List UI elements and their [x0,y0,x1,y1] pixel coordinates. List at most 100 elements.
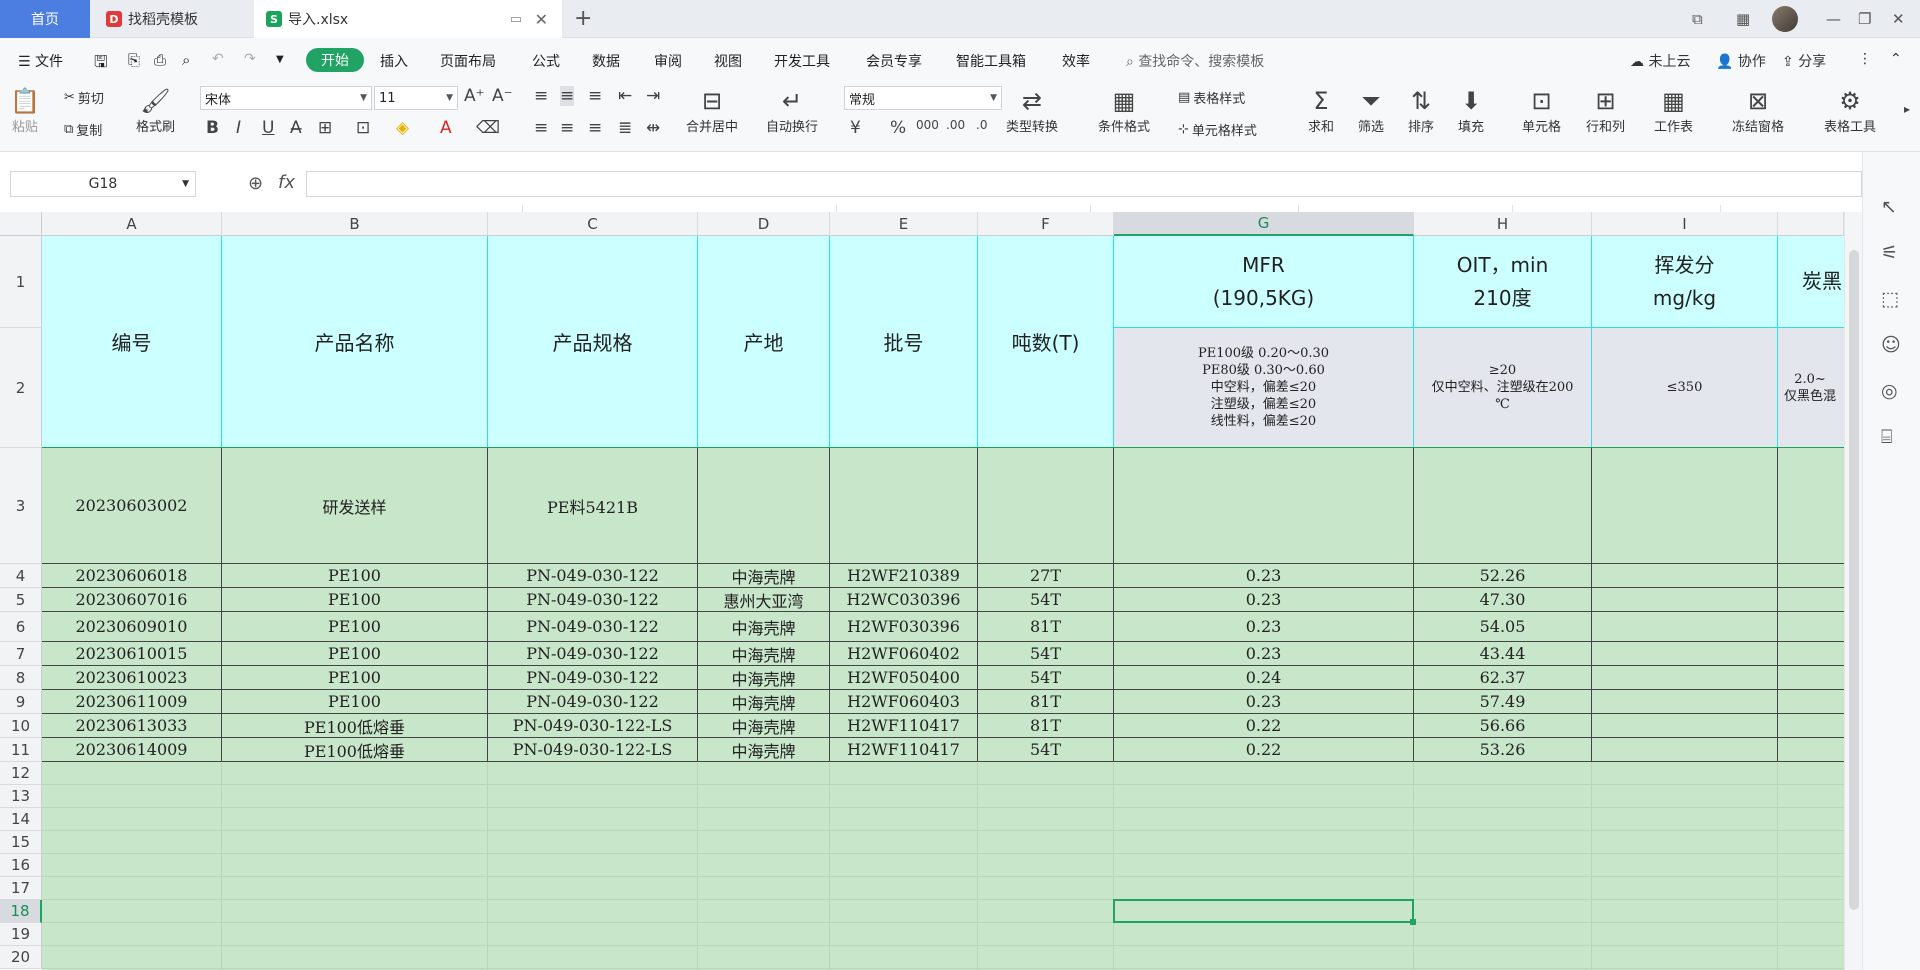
cloud-status[interactable]: ☁ 未上云 [1630,51,1690,71]
spec-mfr-cell[interactable]: PE100级 0.20～0.30 PE80级 0.30～0.60 中空料，偏差≤… [1114,328,1413,447]
active-cell-selection[interactable] [1113,899,1414,923]
data-cell-tons[interactable]: 54T [978,642,1113,665]
collapse-ribbon-icon[interactable]: ⌃ [1890,51,1902,67]
align-top-icon[interactable]: ≡ [534,86,548,106]
data-cell-name[interactable]: PE100 [222,666,487,689]
formula-input[interactable] [306,171,1862,197]
data-cell-spec[interactable]: PN-049-030-122 [488,612,697,641]
data-cell-tons[interactable] [978,448,1113,563]
copy-button[interactable]: ⧉ 复制 [64,120,102,139]
header-volatile-cell[interactable]: 挥发分 mg/kg [1592,236,1777,327]
menu-view[interactable]: 视图 [714,51,742,71]
freeze-pane-button[interactable]: ⊠ 冻结窗格 [1732,86,1784,135]
row-header-7[interactable]: 7 [0,642,42,666]
column-header-b[interactable]: B [222,212,488,236]
new-tab-icon[interactable]: + [574,6,592,31]
share-button[interactable]: ⇪ 分享 [1782,51,1826,71]
sum-button[interactable]: Σ 求和 [1308,86,1334,135]
data-cell-batch[interactable]: H2WF060403 [830,690,977,713]
row-header-19[interactable]: 19 [0,923,42,946]
align-center-icon[interactable]: ≡ [560,118,574,138]
data-cell-batch[interactable]: H2WF050400 [830,666,977,689]
percent-icon[interactable]: % [890,118,906,138]
increase-decimal-icon[interactable]: .00 [946,118,965,132]
data-cell-id[interactable]: 20230611009 [42,690,221,713]
border-icon[interactable]: ⊞ [318,118,332,138]
data-cell-oit[interactable] [1414,448,1591,563]
fx-icon[interactable]: fx [278,172,295,193]
scroll-thumb[interactable] [1849,250,1859,910]
menu-start[interactable]: 开始 [306,48,364,72]
data-cell-oit[interactable]: 43.44 [1414,642,1591,665]
menu-data[interactable]: 数据 [592,51,620,71]
data-cell-tons[interactable]: 27T [978,564,1113,587]
ai-icon[interactable]: ◎ [1881,380,1898,402]
column-header-a[interactable]: A [42,212,222,236]
data-cell-mfr[interactable]: 0.22 [1114,738,1413,761]
data-cell-tons[interactable]: 54T [978,666,1113,689]
menu-developer[interactable]: 开发工具 [774,51,830,71]
menu-formula[interactable]: 公式 [532,51,560,71]
undo-icon[interactable]: ↶ [212,51,224,67]
header-tons-cell[interactable]: 吨数(T) [978,236,1113,447]
row-header-4[interactable]: 4 [0,564,42,588]
bold-icon[interactable]: B [206,118,219,138]
data-cell-origin[interactable]: 中海壳牌 [698,738,829,761]
row-header-1[interactable]: 1 [0,236,42,328]
tab-file[interactable]: S 导入.xlsx ▭ ✕ [254,0,562,38]
align-bottom-icon[interactable]: ≡ [588,86,602,106]
collab-button[interactable]: 👤 协作 [1716,51,1766,71]
header-oit-cell[interactable]: OIT，min 210度 [1414,236,1591,327]
column-header-g[interactable]: G [1114,212,1414,236]
currency-icon[interactable]: ¥ [850,118,861,138]
data-cell-id[interactable]: 20230610023 [42,666,221,689]
data-cell-tons[interactable]: 81T [978,714,1113,737]
data-cell-name[interactable]: PE100 [222,612,487,641]
data-cell-name[interactable]: PE100 [222,588,487,611]
conditional-format-button[interactable]: ▦ 条件格式 [1098,86,1150,135]
table-tools-button[interactable]: ⚙ 表格工具 [1824,86,1876,135]
doc-search-icon[interactable]: ⌸ [1881,426,1892,448]
fill-button[interactable]: ⬇ 填充 [1458,86,1484,135]
row-header-5[interactable]: 5 [0,588,42,612]
row-header-3[interactable]: 3 [0,448,42,564]
preview-icon[interactable]: ⌕ [182,51,190,69]
data-cell-batch[interactable]: H2WF110417 [830,714,977,737]
tab-home[interactable]: 首页 [0,0,90,38]
data-cell-batch[interactable]: H2WF210389 [830,564,977,587]
data-cell-id[interactable]: 20230610015 [42,642,221,665]
data-cell-spec[interactable]: PN-049-030-122 [488,690,697,713]
menu-efficiency[interactable]: 效率 [1062,51,1090,71]
data-cell-oit[interactable]: 57.49 [1414,690,1591,713]
header-name-cell[interactable]: 产品名称 [222,236,487,447]
zoom-icon[interactable]: ⊕ [248,173,263,194]
header-origin-cell[interactable]: 产地 [698,236,829,447]
data-cell-tons[interactable]: 81T [978,690,1113,713]
save-icon[interactable]: 🖫 [94,51,108,78]
header-spec-cell[interactable]: 产品规格 [488,236,697,447]
column-header-e[interactable]: E [830,212,978,236]
grow-font-icon[interactable]: A⁺ [464,86,485,106]
format-painter-button[interactable]: 🖌 格式刷 [136,86,175,135]
row-header-17[interactable]: 17 [0,877,42,900]
wrap-text-button[interactable]: ↵ 自动换行 [766,86,818,135]
row-header-10[interactable]: 10 [0,714,42,738]
data-cell-name[interactable]: PE100 [222,690,487,713]
column-header-j[interactable] [1778,212,1844,236]
justify-icon[interactable]: ≣ [618,118,632,138]
data-cell-id[interactable]: 20230609010 [42,612,221,641]
vertical-scrollbar[interactable] [1844,212,1862,970]
data-cell-name[interactable]: PE100低熔垂 [222,714,487,737]
menu-review[interactable]: 审阅 [654,51,682,71]
decrease-decimal-icon[interactable]: .0 [976,118,987,132]
settings-sliders-icon[interactable]: ⚟ [1881,242,1898,264]
indent-increase-icon[interactable]: ⇥ [646,86,660,106]
close-tab-icon[interactable]: ✕ [535,10,548,29]
header-id-cell[interactable]: 编号 [42,236,221,447]
data-cell-origin[interactable]: 中海壳牌 [698,612,829,641]
tab-template[interactable]: D 找稻壳模板 [92,0,252,38]
data-cell-mfr[interactable]: 0.23 [1114,564,1413,587]
data-cell-batch[interactable]: H2WF030396 [830,612,977,641]
data-cell-id[interactable]: 20230603002 [42,448,221,563]
data-cell-spec[interactable]: PN-049-030-122 [488,666,697,689]
